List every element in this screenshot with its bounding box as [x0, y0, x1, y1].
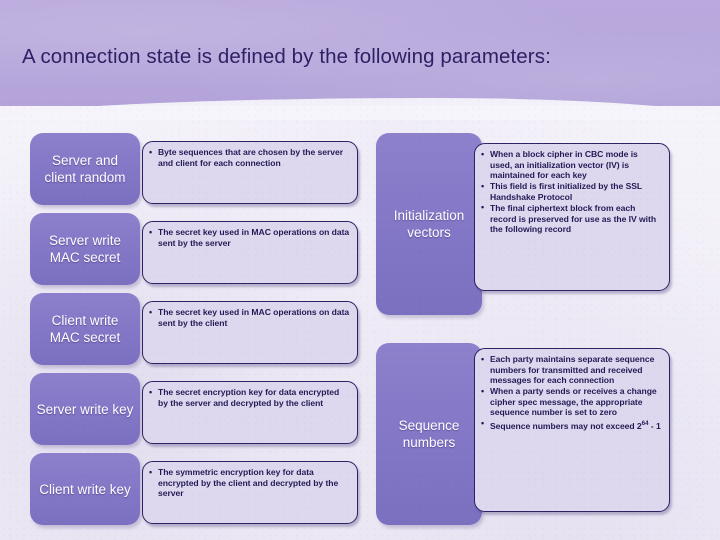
description-client-write-mac-secret: The secret key used in MAC operations on… — [142, 301, 358, 364]
label-text: Sequence numbers — [398, 418, 460, 450]
bullet-item: The secret encryption key for data encry… — [149, 386, 350, 408]
bullet-item: Each party maintains separate sequence n… — [481, 354, 662, 386]
bullet-text-suffix: - 1 — [648, 420, 661, 431]
description-initialization-vectors: When a block cipher in CBC mode is used,… — [474, 143, 670, 291]
bullet-list: The secret encryption key for data encry… — [149, 386, 350, 408]
label-text: Server and client random — [44, 153, 126, 185]
bullet-list: When a block cipher in CBC mode is used,… — [481, 149, 662, 235]
label-server-write-mac-secret: Server write MAC secret — [30, 213, 140, 285]
bullet-list: The symmetric encryption key for data en… — [149, 467, 350, 499]
bullet-list: Byte sequences that are chosen by the se… — [149, 146, 350, 168]
description-sequence-numbers: Each party maintains separate sequence n… — [474, 348, 670, 512]
label-sequence-numbers: Sequence numbers — [376, 343, 482, 525]
page-title: A connection state is defined by the fol… — [22, 45, 551, 68]
bullet-item: When a block cipher in CBC mode is used,… — [481, 149, 662, 181]
bullet-item: Byte sequences that are chosen by the se… — [149, 146, 350, 168]
bullet-list: The secret key used in MAC operations on… — [149, 306, 350, 328]
label-text: Initialization vectors — [393, 208, 465, 240]
label-text: Server write key — [36, 401, 134, 417]
bullet-item: The final ciphertext block from each rec… — [481, 202, 662, 235]
bullet-list: Each party maintains separate sequence n… — [481, 354, 662, 431]
bullet-item: When a party sends or receives a change … — [481, 386, 662, 418]
label-server-write-key: Server write key — [30, 373, 140, 445]
description-server-write-mac-secret: The secret key used in MAC operations on… — [142, 221, 358, 284]
description-client-write-key: The symmetric encryption key for data en… — [142, 461, 358, 524]
bullet-text-prefix: Sequence numbers may not exceed 2 — [490, 420, 642, 431]
bullet-item-exponent: Sequence numbers may not exceed 264 - 1 — [481, 418, 662, 431]
bullet-item: The symmetric encryption key for data en… — [149, 467, 350, 499]
label-text: Server write MAC secret — [48, 233, 121, 265]
label-client-write-key: Client write key — [30, 453, 140, 525]
description-server-write-key: The secret encryption key for data encry… — [142, 381, 358, 444]
description-server-and-client-random: Byte sequences that are chosen by the se… — [142, 141, 358, 204]
label-server-and-client-random: Server and client random — [30, 133, 140, 205]
label-text: Client write MAC secret — [49, 313, 121, 345]
slide-canvas: A connection state is defined by the fol… — [0, 0, 720, 540]
label-client-write-mac-secret: Client write MAC secret — [30, 293, 140, 365]
bullet-item: The secret key used in MAC operations on… — [149, 226, 350, 248]
bullet-item: This field is first initialized by the S… — [481, 181, 662, 202]
bullet-list: The secret key used in MAC operations on… — [149, 226, 350, 248]
bullet-item: The secret key used in MAC operations on… — [149, 306, 350, 328]
label-initialization-vectors: Initialization vectors — [376, 133, 482, 315]
label-text: Client write key — [39, 481, 131, 497]
